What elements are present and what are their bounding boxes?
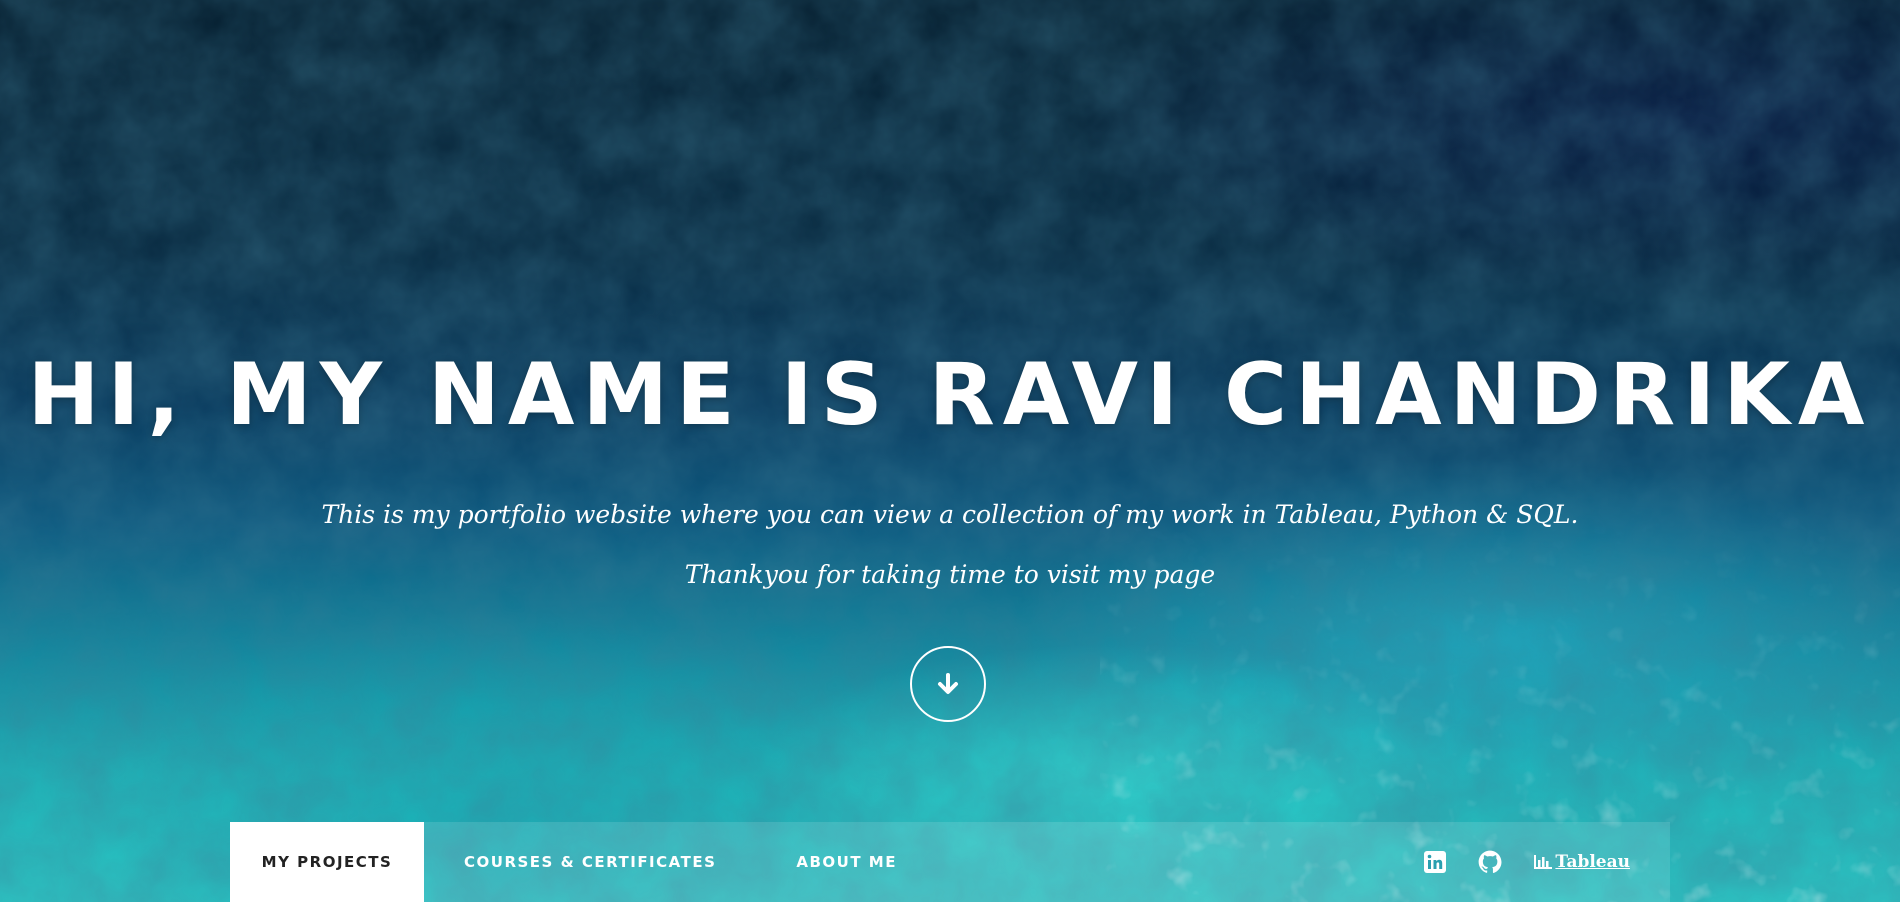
tab-my-projects[interactable]: MY PROJECTS (230, 822, 424, 902)
linkedin-icon (1424, 851, 1447, 873)
hero-section: HI, MY NAME IS RAVI CHANDRIKA This is my… (0, 0, 1900, 902)
tableau-chart-icon (1534, 855, 1553, 869)
tab-courses-certificates-label: COURSES & CERTIFICATES (464, 853, 717, 871)
github-link[interactable] (1477, 849, 1503, 875)
github-icon (1479, 850, 1502, 873)
arrow-down-icon (938, 673, 958, 694)
hero-headline: HI, MY NAME IS RAVI CHANDRIKA (27, 345, 1873, 445)
tab-about-me[interactable]: ABOUT ME (756, 822, 937, 902)
social-links: Tableau (1423, 849, 1670, 875)
tab-courses-certificates[interactable]: COURSES & CERTIFICATES (424, 822, 756, 902)
tab-about-me-label: ABOUT ME (796, 853, 897, 871)
tableau-link-label: Tableau (1555, 852, 1630, 872)
linkedin-link[interactable] (1423, 850, 1447, 874)
tableau-link[interactable]: Tableau (1533, 852, 1630, 872)
main-navigation: MY PROJECTS COURSES & CERTIFICATES ABOUT… (230, 822, 1670, 902)
tab-my-projects-label: MY PROJECTS (261, 853, 393, 871)
hero-subtitle-line1: This is my portfolio website where you c… (321, 500, 1579, 529)
scroll-down-button[interactable] (910, 646, 986, 722)
hero-subtitle-line2: Thankyou for taking time to visit my pag… (684, 560, 1216, 589)
ocean-background-texture (0, 0, 1900, 902)
